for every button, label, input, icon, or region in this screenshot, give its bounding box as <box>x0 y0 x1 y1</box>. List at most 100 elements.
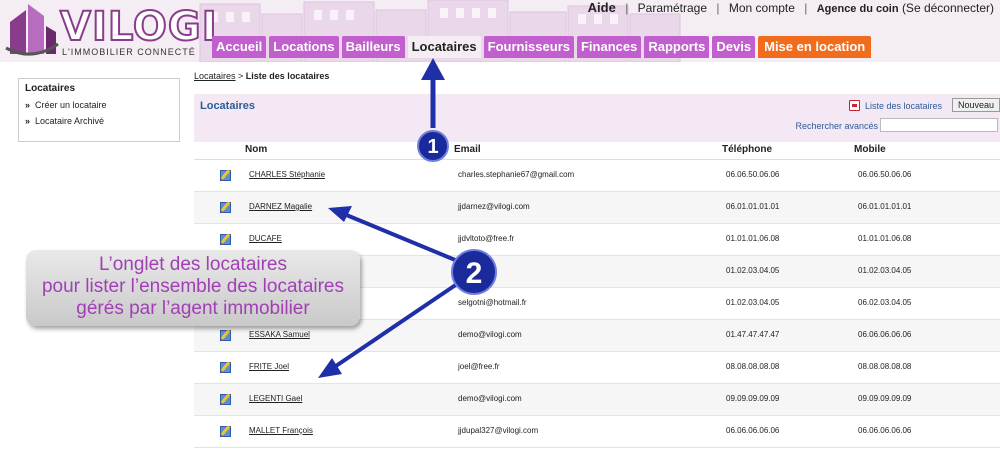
tenant-phone: 06.06.06.06.06 <box>726 426 780 435</box>
edit-icon[interactable] <box>220 330 231 341</box>
tenant-email: jj...gi.com <box>458 266 492 275</box>
column-header-mobile[interactable]: Mobile <box>854 144 886 155</box>
table-row: DARNEZ Magalie jjdarnez@vilogi.com 06.01… <box>194 192 1000 224</box>
table-row: DUCAFE jjdvltoto@free.fr 01.01.01.06.08 … <box>194 224 1000 256</box>
sidebar-item-label: Locataire Archivé <box>35 116 105 126</box>
tenant-email: demo@vilogi.com <box>458 394 522 403</box>
logo-building-icon <box>5 4 59 56</box>
help-link[interactable]: Aide <box>588 0 616 15</box>
breadcrumb-separator: > <box>235 71 246 81</box>
top-links: Aide | Paramétrage | Mon compte | Agence… <box>588 0 994 15</box>
edit-icon[interactable] <box>220 234 231 245</box>
tenant-email: selgotni@hotmail.fr <box>458 298 527 307</box>
tenant-phone: 06.01.01.01.01 <box>726 202 780 211</box>
tenant-phone: 08.08.08.08.08 <box>726 362 780 371</box>
panel-title: Locataires <box>200 100 256 112</box>
tenant-email: charles.stephanie67@gmail.com <box>458 170 575 179</box>
main-tabs: Accueil Locations Bailleurs Locataires F… <box>212 36 872 58</box>
sidebar: Locataires » Créer un locataire » Locatair… <box>18 78 180 142</box>
logout-link[interactable]: (Se déconnecter) <box>902 1 994 15</box>
tab-rapports[interactable]: Rapports <box>644 36 710 58</box>
column-header-email[interactable]: Email <box>454 144 481 155</box>
tenant-list-pdf-link[interactable]: Liste des locataires <box>848 100 942 111</box>
table-row: FRITE Joel joel@free.fr 08.08.08.08.08 0… <box>194 352 1000 384</box>
app-window: VILOGI L'IMMOBILIER CONNECTÉ Aide | Para… <box>0 0 1000 458</box>
settings-link[interactable]: Paramétrage <box>638 1 707 15</box>
header: VILOGI L'IMMOBILIER CONNECTÉ Aide | Para… <box>0 0 1000 62</box>
tenant-email: joel@free.fr <box>458 362 500 371</box>
tenant-mobile: 06.02.03.04.05 <box>858 298 912 307</box>
edit-icon[interactable] <box>220 170 231 181</box>
breadcrumb-current: Liste des locataires <box>245 71 330 81</box>
my-account-link[interactable]: Mon compte <box>729 1 795 15</box>
table-row: LEGENTI Gael demo@vilogi.com 09.09.09.09… <box>194 384 1000 416</box>
tab-accueil[interactable]: Accueil <box>212 36 267 58</box>
table-row: CHARLES Stéphanie charles.stephanie67@gm… <box>194 160 1000 192</box>
logo-tagline: L'IMMOBILIER CONNECTÉ <box>62 47 196 57</box>
tab-devis[interactable]: Devis <box>712 36 756 58</box>
panel-header: Locataires Liste des locataires Nouveau … <box>194 94 1000 142</box>
tenant-email: jjdupal327@vilogi.com <box>458 426 539 435</box>
tenant-name[interactable]: MALLET François <box>249 426 313 435</box>
tenant-phone: 06.06.50.06.06 <box>726 170 780 179</box>
edit-icon[interactable] <box>220 394 231 405</box>
advanced-search-label[interactable]: Rechercher avancés <box>795 121 878 131</box>
tenant-phone: 09.09.09.09.09 <box>726 394 780 403</box>
tab-mise-en-location[interactable]: Mise en location <box>758 36 872 58</box>
agency-name: Agence du coin <box>816 3 899 15</box>
tenant-mobile: 06.01.01.01.01 <box>858 202 912 211</box>
tenant-name[interactable]: LEGENTI Gael <box>249 394 302 403</box>
new-tenant-button[interactable]: Nouveau <box>952 98 1000 112</box>
breadcrumb-link-locataires[interactable]: Locataires <box>194 71 236 81</box>
separator: | <box>625 1 629 15</box>
tenant-phone: 01.02.03.04.05 <box>726 298 780 307</box>
column-header-name[interactable]: Nom <box>245 144 267 155</box>
table-row: ESSAKA Samuel demo@vilogi.com 01.47.47.4… <box>194 320 1000 352</box>
pdf-icon <box>848 100 860 111</box>
edit-icon[interactable] <box>220 298 231 309</box>
tab-finances[interactable]: Finances <box>576 36 642 58</box>
tenant-email: demo@vilogi.com <box>458 330 522 339</box>
tenant-phone: 01.02.03.04.05 <box>726 266 780 275</box>
tab-bailleurs[interactable]: Bailleurs <box>341 36 405 58</box>
tenant-name[interactable]: FRITE Joel <box>249 362 289 371</box>
tenant-mobile: 09.09.09.09.09 <box>858 394 912 403</box>
edit-icon[interactable] <box>220 426 231 437</box>
tenant-mobile: 01.01.01.06.08 <box>858 234 912 243</box>
logo-text: VILOGI <box>59 3 218 51</box>
tenant-mobile: 08.08.08.08.08 <box>858 362 912 371</box>
tenant-name[interactable]: DUCAFE <box>249 234 282 243</box>
tab-fournisseurs[interactable]: Fournisseurs <box>483 36 574 58</box>
edit-icon[interactable] <box>220 202 231 213</box>
tenant-mobile: 01.02.03.04.05 <box>858 266 912 275</box>
tenant-list-link-label: Liste des locataires <box>864 101 942 111</box>
tab-locataires[interactable]: Locataires <box>407 36 481 58</box>
tenant-email: jjdvltoto@free.fr <box>458 234 515 243</box>
sidebar-item-label: Créer un locataire <box>35 100 107 110</box>
edit-icon[interactable] <box>220 362 231 373</box>
bullet-icon: » <box>25 100 31 110</box>
sidebar-item-archived-tenant[interactable]: » Locataire Archivé <box>25 116 173 126</box>
table-row: selgotni@hotmail.fr 01.02.03.04.05 06.02… <box>194 288 1000 320</box>
sidebar-title: Locataires <box>25 83 76 94</box>
tenant-mobile: 06.06.06.06.06 <box>858 426 912 435</box>
table-row: jj...gi.com 01.02.03.04.05 01.02.03.04.0… <box>194 256 1000 288</box>
tenant-name[interactable]: ESSAKA Samuel <box>249 330 310 339</box>
tenants-panel: Locataires Liste des locataires Nouveau … <box>194 94 1000 458</box>
tenant-email: jjdarnez@vilogi.com <box>458 202 530 211</box>
tab-locations[interactable]: Locations <box>269 36 339 58</box>
tenant-mobile: 06.06.06.06.06 <box>858 330 912 339</box>
edit-icon[interactable] <box>220 266 231 277</box>
tenant-name[interactable]: DARNEZ Magalie <box>249 202 312 211</box>
tenant-phone: 01.47.47.47.47 <box>726 330 780 339</box>
breadcrumb: Locataires > Liste des locataires <box>194 71 329 81</box>
separator: | <box>804 1 808 15</box>
tenant-phone: 01.01.01.06.08 <box>726 234 780 243</box>
tenant-name[interactable]: CHARLES Stéphanie <box>249 170 325 179</box>
table-row: MALLET François jjdupal327@vilogi.com 06… <box>194 416 1000 448</box>
advanced-search-input[interactable] <box>880 118 998 132</box>
bullet-icon: » <box>25 116 31 126</box>
sidebar-item-create-tenant[interactable]: » Créer un locataire <box>25 100 173 110</box>
column-header-phone[interactable]: Téléphone <box>722 144 772 155</box>
tenant-mobile: 06.06.50.06.06 <box>858 170 912 179</box>
